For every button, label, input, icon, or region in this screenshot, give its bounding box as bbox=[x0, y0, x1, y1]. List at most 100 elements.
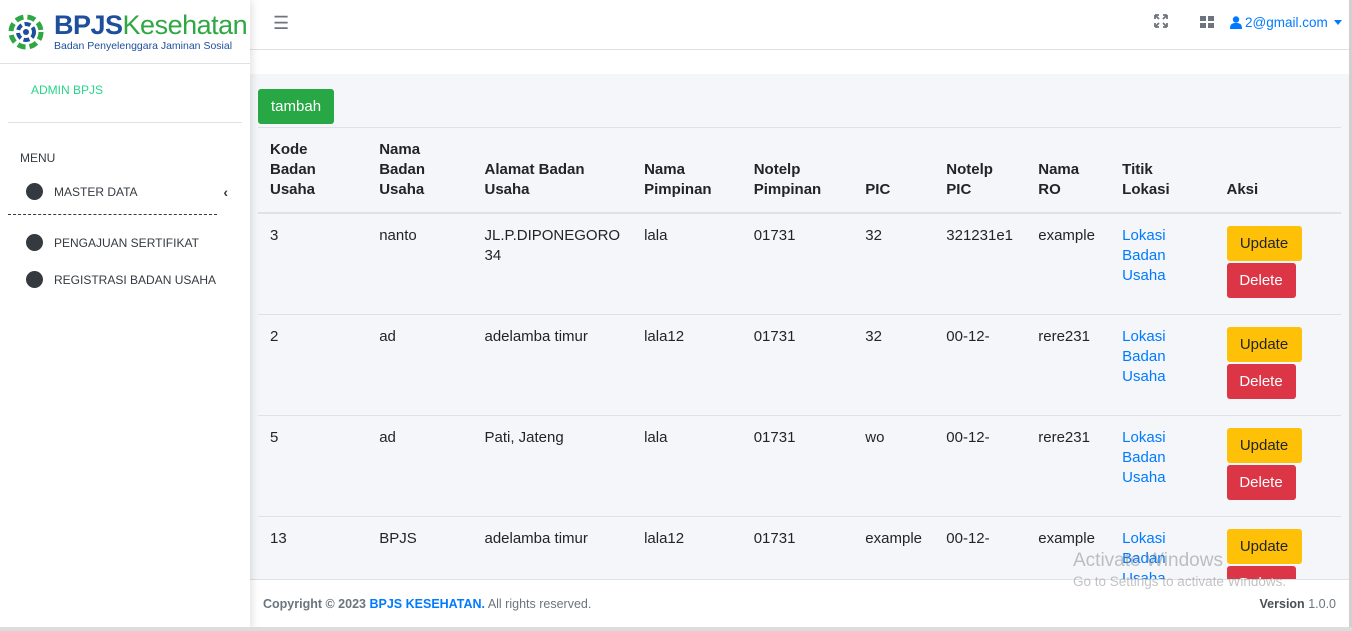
add-button[interactable]: tambah bbox=[258, 89, 335, 124]
cell-notelp-pimpinan: 01731 bbox=[741, 414, 854, 516]
version-info: Version 1.0.0 bbox=[1260, 597, 1336, 611]
delete-button[interactable]: Delete bbox=[1226, 263, 1296, 298]
table-row: 2 ad adelamba timur lala12 01731 32 00-1… bbox=[258, 313, 1341, 415]
cell-nama: ad bbox=[367, 313, 473, 415]
cell-notelp-pic: 00-12- bbox=[934, 313, 1027, 415]
brand-link[interactable]: BPJSKesehatan Badan Penyelenggara Jamina… bbox=[0, 0, 250, 64]
sidebar-dashed-divider bbox=[8, 214, 217, 215]
cell-kode: 3 bbox=[258, 212, 368, 314]
delete-button[interactable]: Delete bbox=[1226, 464, 1296, 500]
lokasi-link[interactable]: Lokasi Badan Usaha bbox=[1122, 227, 1165, 284]
col-header-alamat: Alamat Badan Usaha bbox=[472, 127, 633, 214]
cell-kode: 5 bbox=[258, 414, 368, 516]
windows-activation-watermark: Activate Windows Go to Settings to activ… bbox=[1073, 550, 1286, 589]
sidebar-item-label: REGISTRASI BADAN USAHA bbox=[54, 272, 217, 287]
cell-ro: example bbox=[1026, 212, 1111, 314]
brand-subtitle: Badan Penyelenggara Jaminan Sosial bbox=[54, 39, 233, 52]
cell-notelp-pimpinan: 01731 bbox=[741, 515, 854, 579]
update-button[interactable]: Update bbox=[1226, 226, 1302, 261]
col-header-kode: Kode Badan Usaha bbox=[258, 127, 368, 214]
col-header-titik: Titik Lokasi bbox=[1110, 127, 1215, 214]
cell-kode: 13 bbox=[258, 515, 368, 579]
cell-pimpinan: lala bbox=[632, 212, 742, 314]
sidebar: BPJSKesehatan Badan Penyelenggara Jamina… bbox=[0, 0, 250, 631]
menu-header: MENU bbox=[20, 151, 56, 165]
watermark-title: Activate Windows bbox=[1073, 550, 1223, 571]
circle-icon bbox=[26, 271, 43, 288]
sidebar-item-label: PENGAJUAN SERTIFIKAT bbox=[54, 235, 199, 250]
user-panel[interactable]: ADMIN BPJS bbox=[0, 64, 250, 122]
col-header-pic: PIC bbox=[853, 127, 935, 214]
cell-pic: 32 bbox=[853, 212, 935, 314]
badan-usaha-table-wrapper: Kode Badan Usaha Nama Badan Usaha Alamat… bbox=[258, 127, 1341, 579]
hamburger-menu-icon[interactable]: ☰ bbox=[273, 13, 289, 34]
cell-notelp-pic: 321231e1 bbox=[934, 212, 1027, 314]
copyright-prefix: Copyright © 2023 bbox=[263, 597, 366, 611]
copyright-rights: All rights reserved. bbox=[487, 597, 592, 611]
watermark-subtitle: Go to Settings to activate Windows. bbox=[1073, 574, 1287, 589]
cell-kode: 2 bbox=[258, 313, 368, 415]
version-label: Version bbox=[1259, 597, 1305, 611]
col-header-aksi: Aksi bbox=[1214, 127, 1341, 214]
update-button[interactable]: Update bbox=[1226, 326, 1302, 362]
sidebar-item-registrasi-badan-usaha[interactable]: REGISTRASI BADAN USAHA bbox=[0, 261, 250, 298]
cell-lokasi: Lokasi Badan Usaha bbox=[1110, 414, 1215, 516]
table-row: 5 ad Pati, Jateng lala 01731 wo 00-12- r… bbox=[258, 414, 1341, 516]
circle-icon bbox=[26, 234, 43, 251]
version-value: 1.0.0 bbox=[1308, 597, 1336, 611]
cell-notelp-pic: 00-12- bbox=[934, 515, 1027, 579]
cell-nama: BPJS bbox=[367, 515, 473, 579]
col-header-pimpinan: Nama Pimpinan bbox=[632, 127, 742, 214]
cell-aksi: Update Delete bbox=[1214, 212, 1341, 314]
bpjs-logo-icon bbox=[8, 14, 44, 49]
cell-notelp-pimpinan: 01731 bbox=[741, 212, 854, 314]
cell-nama: nanto bbox=[367, 212, 473, 314]
circle-icon bbox=[26, 183, 43, 200]
sidebar-item-master-data[interactable]: MASTER DATA ‹ bbox=[0, 173, 250, 210]
lokasi-link[interactable]: Lokasi Badan Usaha bbox=[1122, 429, 1165, 486]
cell-lokasi: Lokasi Badan Usaha bbox=[1110, 313, 1215, 415]
user-panel-label[interactable]: ADMIN BPJS bbox=[31, 83, 103, 97]
content-header-strip bbox=[250, 50, 1352, 74]
cell-notelp-pimpinan: 01731 bbox=[741, 313, 854, 415]
user-icon bbox=[1230, 16, 1242, 29]
cell-pimpinan: lala bbox=[632, 414, 742, 516]
cell-aksi: Update Delete bbox=[1214, 313, 1341, 415]
cell-pic: example bbox=[853, 515, 935, 579]
horizontal-scrollbar[interactable] bbox=[0, 627, 1352, 631]
main-content: tambah Kode Badan Usaha Nama Badan Usaha… bbox=[250, 50, 1352, 579]
cell-alamat: adelamba timur bbox=[472, 515, 633, 579]
user-dropdown[interactable]: 2@gmail.com bbox=[1230, 15, 1342, 30]
update-button[interactable]: Update bbox=[1226, 427, 1302, 463]
badan-usaha-table: Kode Badan Usaha Nama Badan Usaha Alamat… bbox=[258, 127, 1341, 579]
brand-name: BPJSKesehatan bbox=[54, 9, 248, 40]
cell-ro: rere231 bbox=[1026, 313, 1111, 415]
table-header-row: Kode Badan Usaha Nama Badan Usaha Alamat… bbox=[258, 127, 1341, 214]
cell-alamat: adelamba timur bbox=[472, 313, 633, 415]
caret-down-icon bbox=[1333, 20, 1342, 25]
cell-pic: wo bbox=[853, 414, 935, 516]
cell-nama: ad bbox=[367, 414, 473, 516]
cell-pic: 32 bbox=[853, 313, 935, 415]
cell-ro: rere231 bbox=[1026, 414, 1111, 516]
sidebar-item-label: MASTER DATA bbox=[54, 184, 138, 199]
table-row: 3 nanto JL.P.DIPONEGORO 34 lala 01731 32… bbox=[258, 212, 1341, 314]
sidebar-item-pengajuan-sertifikat[interactable]: PENGAJUAN SERTIFIKAT bbox=[0, 224, 250, 261]
chevron-left-icon: ‹ bbox=[223, 184, 228, 200]
fullscreen-icon[interactable] bbox=[1154, 14, 1168, 28]
col-header-notelp-pic: Notelp PIC bbox=[934, 127, 1027, 214]
col-header-ro: Nama RO bbox=[1026, 127, 1111, 214]
delete-button[interactable]: Delete bbox=[1226, 363, 1296, 399]
cell-lokasi: Lokasi Badan Usaha bbox=[1110, 212, 1215, 314]
top-navbar: ☰ 2@gmail.com bbox=[250, 0, 1352, 50]
lokasi-link[interactable]: Lokasi Badan Usaha bbox=[1122, 328, 1165, 385]
cell-aksi: Update Delete bbox=[1214, 414, 1341, 516]
col-header-notelp-pimpinan: Notelp Pimpinan bbox=[741, 127, 854, 214]
apps-grid-icon[interactable] bbox=[1200, 16, 1214, 28]
copyright-text: Copyright © 2023 BPJS KESEHATAN. All rig… bbox=[263, 597, 591, 611]
cell-alamat: JL.P.DIPONEGORO 34 bbox=[472, 212, 633, 314]
user-email[interactable]: 2@gmail.com bbox=[1245, 15, 1328, 30]
cell-pimpinan: lala12 bbox=[632, 515, 742, 579]
cell-alamat: Pati, Jateng bbox=[472, 414, 633, 516]
footer-brand-link[interactable]: BPJS KESEHATAN. bbox=[369, 597, 485, 611]
